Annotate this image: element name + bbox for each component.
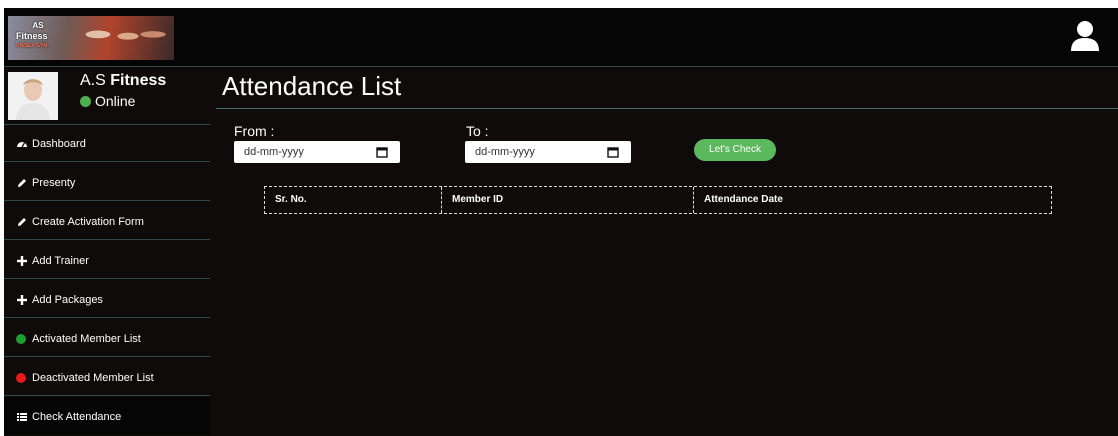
sidebar-item-label: Activated Member List (32, 333, 141, 345)
plus-icon (17, 256, 27, 266)
sidebar: A.S Fitness Online Dashboard Presenty Cr… (4, 67, 210, 436)
column-header-attendance-date: Attendance Date (704, 194, 783, 205)
sidebar-item-label: Add Packages (32, 294, 103, 306)
column-header-member-id: Member ID (442, 187, 694, 213)
to-date-input[interactable]: dd-mm-yyyy (465, 141, 631, 163)
online-dot-icon (80, 96, 91, 107)
online-status: Online (80, 93, 135, 109)
sidebar-item-presenty[interactable]: Presenty (4, 163, 210, 201)
logo-image (68, 20, 168, 56)
user-icon[interactable] (1070, 20, 1100, 52)
column-header-sr-no: Sr. No. (265, 187, 442, 213)
app-window: AS Fitness UNISEX GYM A.S Fitness Online (4, 8, 1118, 436)
red-dot-icon (16, 373, 26, 383)
sidebar-item-label: Dashboard (32, 138, 86, 150)
calendar-icon[interactable] (607, 146, 619, 158)
sidebar-item-label: Presenty (32, 177, 76, 189)
logo-text: AS Fitness UNISEX GYM (16, 21, 48, 49)
sidebar-item-check-attendance[interactable]: Check Attendance (4, 397, 210, 435)
sidebar-item-label: Create Activation Form (32, 216, 144, 228)
from-label: From : (234, 123, 275, 139)
to-label: To : (466, 123, 489, 139)
avatar (8, 72, 58, 120)
sidebar-item-activated-member-list[interactable]: Activated Member List (4, 319, 210, 357)
calendar-icon[interactable] (376, 146, 388, 158)
pencil-icon (18, 218, 26, 226)
sidebar-item-label: Deactivated Member List (32, 372, 154, 384)
sidebar-item-add-packages[interactable]: Add Packages (4, 280, 210, 318)
sidebar-item-add-trainer[interactable]: Add Trainer (4, 241, 210, 279)
profile-name: A.S Fitness (80, 72, 167, 89)
attendance-table: Sr. No. Member ID Attendance Date (264, 186, 1052, 214)
dashboard-icon (17, 142, 27, 148)
sidebar-item-label: Check Attendance (32, 411, 122, 423)
pencil-icon (18, 179, 26, 187)
gym-logo[interactable]: AS Fitness UNISEX GYM (8, 16, 174, 60)
sidebar-item-create-activation-form[interactable]: Create Activation Form (4, 202, 210, 240)
sidebar-item-label: Add Trainer (32, 255, 89, 267)
top-bar: AS Fitness UNISEX GYM (4, 8, 1118, 67)
plus-icon (17, 295, 27, 305)
from-date-input[interactable]: dd-mm-yyyy (234, 141, 400, 163)
green-dot-icon (16, 334, 26, 344)
to-date-value: dd-mm-yyyy (475, 146, 535, 158)
sidebar-item-deactivated-member-list[interactable]: Deactivated Member List (4, 358, 210, 396)
page-title: Attendance List (222, 71, 402, 101)
profile-panel: A.S Fitness Online (4, 67, 210, 125)
list-icon (17, 413, 27, 421)
from-date-value: dd-mm-yyyy (244, 146, 304, 158)
title-divider (216, 108, 1118, 109)
sidebar-item-dashboard[interactable]: Dashboard (4, 124, 210, 162)
lets-check-button[interactable]: Let's Check (694, 139, 776, 161)
